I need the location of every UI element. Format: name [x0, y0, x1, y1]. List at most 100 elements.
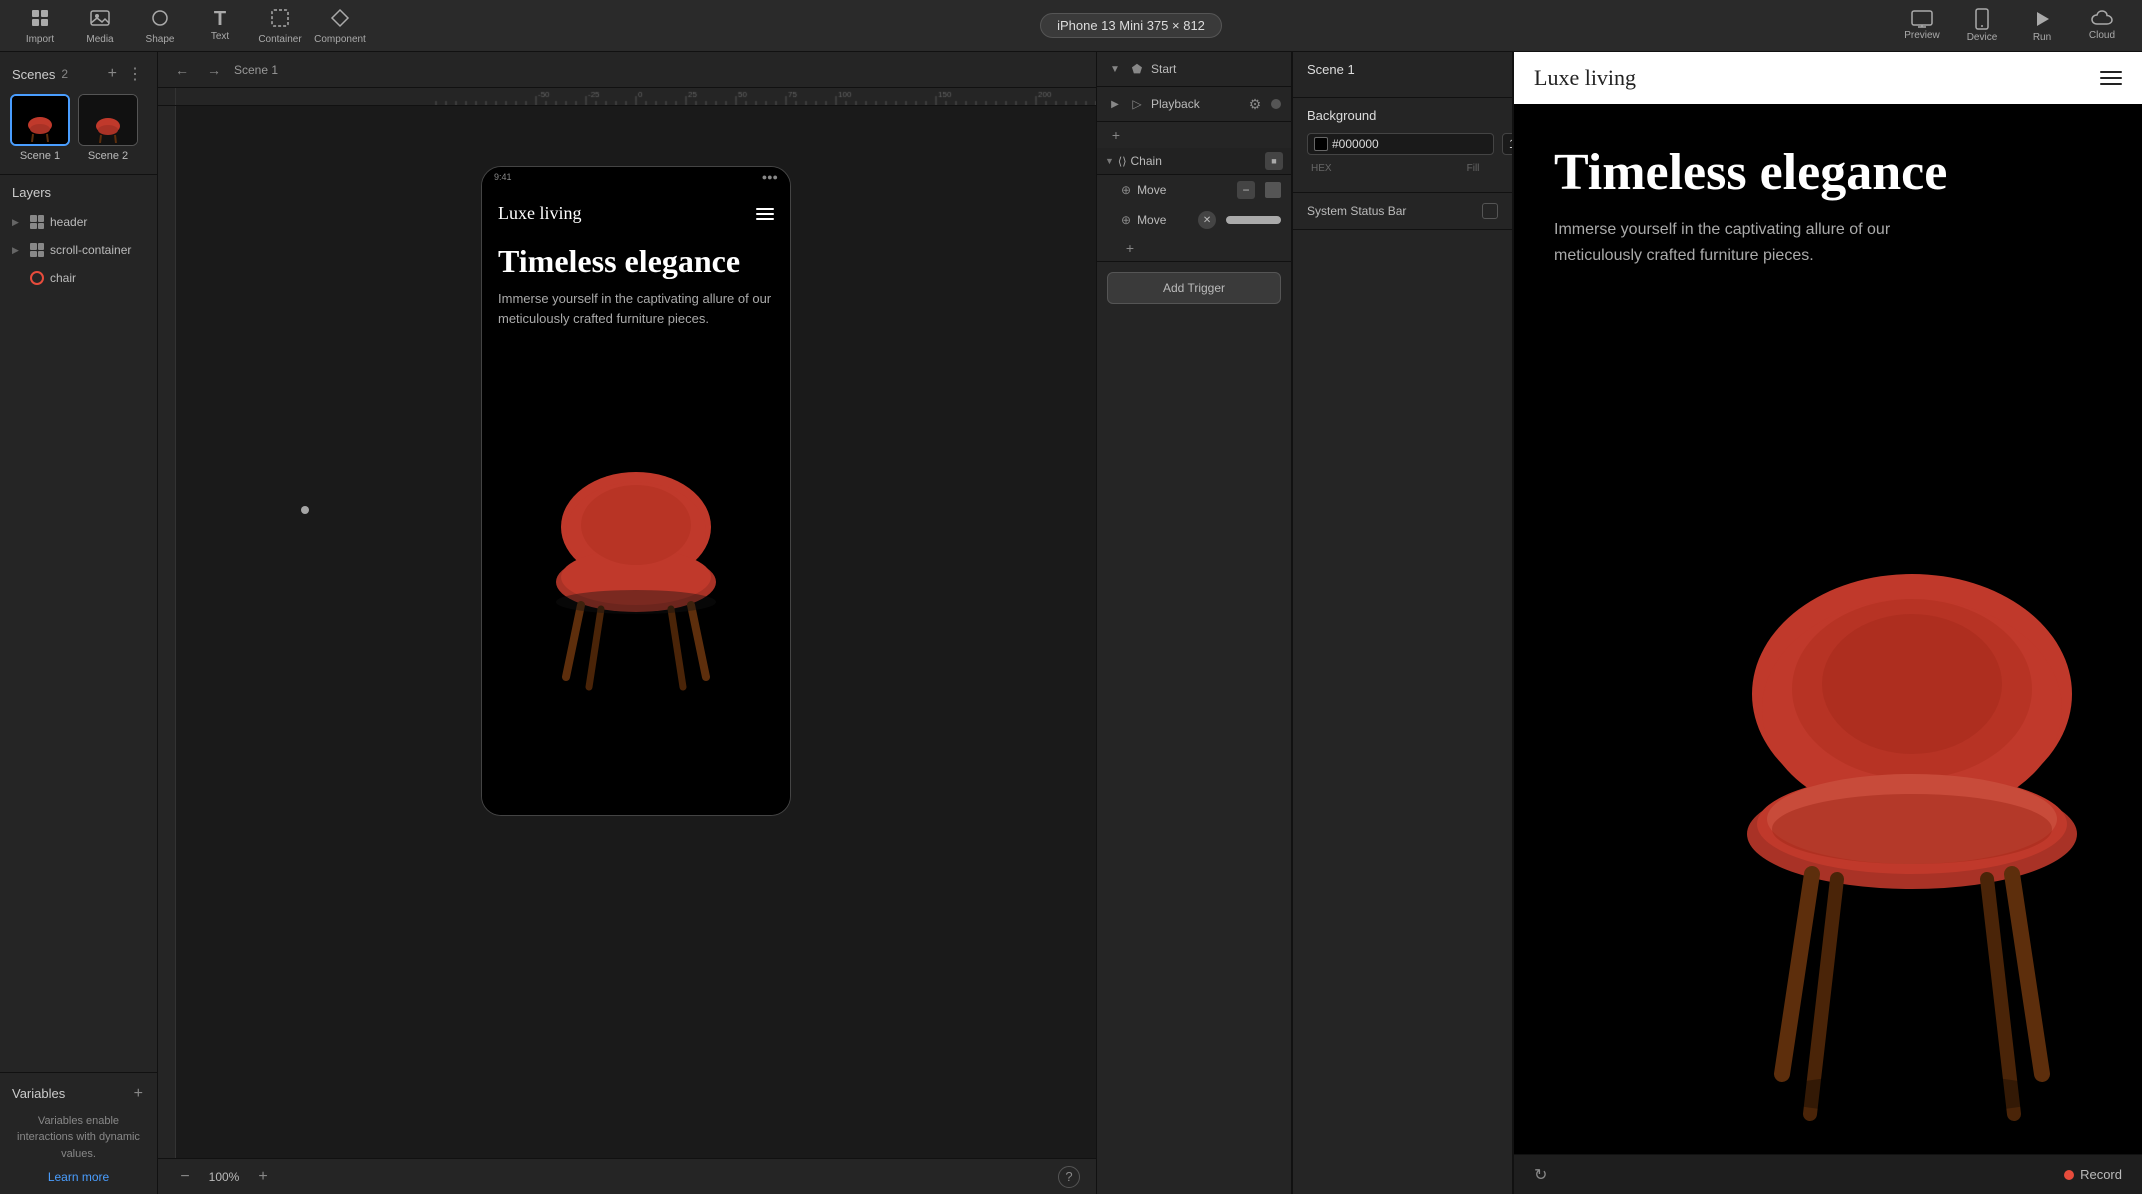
- zoom-level: 100%: [204, 1170, 244, 1184]
- tool-container[interactable]: Container: [252, 4, 308, 48]
- scenes-options-button[interactable]: ⋮: [125, 62, 145, 86]
- scenes-list: Scene 1: [0, 94, 157, 174]
- add-trigger-button[interactable]: Add Trigger: [1107, 272, 1281, 304]
- hex-input-group[interactable]: #000000: [1307, 133, 1494, 155]
- tool-text[interactable]: T Text: [192, 4, 248, 48]
- playback-row[interactable]: ▶ ▷ Playback ⚙: [1097, 87, 1291, 121]
- canvas-viewport[interactable]: 9:41 ●●● Luxe living: [176, 106, 1096, 1158]
- scene-image-2: [78, 94, 138, 146]
- playback-settings-btn[interactable]: ⚙: [1245, 94, 1265, 114]
- main-area: Scenes 2 + ⋮: [0, 52, 2142, 1194]
- move-row-2[interactable]: ⊕ Move ✕: [1097, 205, 1291, 235]
- chain-header-row[interactable]: ▼ ⟨⟩ Chain ■: [1097, 148, 1291, 175]
- phone-chair-area: [498, 344, 774, 799]
- canvas-area: ← → Scene 1 9:41: [158, 52, 1096, 1194]
- chain-section: ▼ ⟨⟩ Chain ■ ⊕ Move − ⊕ Move ✕ +: [1097, 148, 1291, 262]
- container-icon: [269, 7, 291, 32]
- layer-item-scroll-container[interactable]: ▶ scroll-container: [0, 236, 157, 264]
- preview-icon: [1911, 10, 1933, 28]
- help-button[interactable]: ?: [1058, 1166, 1080, 1188]
- move-2-icon: ⊕: [1121, 213, 1131, 227]
- phone-mockup: 9:41 ●●● Luxe living: [481, 166, 791, 816]
- learn-more-link[interactable]: Learn more: [12, 1170, 145, 1184]
- run-icon: [2031, 8, 2053, 30]
- canvas-with-ruler: 9:41 ●●● Luxe living: [158, 106, 1096, 1158]
- tool-shape[interactable]: Shape: [132, 4, 188, 48]
- scenes-actions: + ⋮: [106, 62, 145, 86]
- chain-settings-btn[interactable]: ■: [1265, 152, 1283, 170]
- zoom-in-button[interactable]: +: [252, 1166, 274, 1188]
- left-sidebar: Scenes 2 + ⋮: [0, 52, 158, 1194]
- add-trigger-plus-btn[interactable]: +: [1107, 126, 1125, 144]
- scene-image-1: [10, 94, 70, 146]
- layer-name-scroll: scroll-container: [50, 243, 131, 257]
- tool-import[interactable]: Import: [12, 4, 68, 48]
- tool-media[interactable]: Media: [72, 4, 128, 48]
- device-selector[interactable]: iPhone 13 Mini 375 × 812: [1040, 13, 1222, 38]
- animation-panel: ▼ ⬟ Start ▶ ▷ Playback ⚙ + ▼ ⟨⟩ Chain: [1096, 52, 1292, 1194]
- tool-device[interactable]: Device: [1954, 4, 2010, 48]
- add-variable-button[interactable]: +: [132, 1083, 145, 1105]
- back-arrow[interactable]: ←: [170, 58, 194, 82]
- component-icon: [329, 7, 351, 32]
- preview-panel-header: Luxe living: [1514, 52, 2142, 104]
- record-button[interactable]: Record: [2064, 1167, 2122, 1182]
- preview-menu-icon[interactable]: [2100, 71, 2122, 85]
- phone-subtitle: Immerse yourself in the captivating allu…: [498, 289, 774, 328]
- move-1-swatch: [1265, 182, 1281, 198]
- variables-description: Variables enable interactions with dynam…: [12, 1113, 145, 1163]
- move-row-1[interactable]: ⊕ Move −: [1097, 175, 1291, 205]
- layer-item-chair[interactable]: ▶ chair: [0, 264, 157, 292]
- scroll-layer-icon: [30, 243, 44, 257]
- preview-content: Timeless elegance Immerse yourself in th…: [1514, 104, 2142, 1154]
- phone-header: Luxe living: [498, 203, 774, 224]
- hex-input[interactable]: #000000: [1332, 137, 1487, 151]
- ruler-vertical: [158, 106, 176, 1158]
- phone-content: Luxe living Timeless elegance Immerse yo…: [482, 187, 790, 815]
- scene-label-2: Scene 2: [88, 150, 128, 162]
- hex-label: HEX: [1311, 163, 1440, 174]
- scene-thumb-2[interactable]: Scene 2: [78, 94, 138, 162]
- move-1-icon: ⊕: [1121, 183, 1131, 197]
- move-2-x-btn[interactable]: ✕: [1198, 211, 1216, 229]
- scenes-title: Scenes: [12, 67, 55, 82]
- scene-name: Scene 1: [1307, 62, 1498, 77]
- layer-item-header[interactable]: ▶ header: [0, 208, 157, 236]
- background-section: Background #000000 100 HEX Fill: [1293, 98, 1512, 193]
- tool-run[interactable]: Run: [2014, 4, 2070, 48]
- phone-status-bar: 9:41 ●●●: [482, 167, 790, 187]
- start-row[interactable]: ▼ ⬟ Start: [1097, 52, 1291, 86]
- phone-chair-svg: [521, 437, 751, 707]
- variables-section: Variables + Variables enable interaction…: [0, 1072, 157, 1194]
- scene-thumb-1[interactable]: Scene 1: [10, 94, 70, 162]
- tool-cloud[interactable]: Cloud: [2074, 4, 2130, 48]
- chain-label: Chain: [1131, 154, 1261, 168]
- tool-preview[interactable]: Preview: [1894, 4, 1950, 48]
- media-icon: [89, 7, 111, 32]
- preview-title: Timeless elegance: [1554, 144, 2102, 201]
- move-1-minus-btn[interactable]: −: [1237, 181, 1255, 199]
- header-layer-icon: [30, 215, 44, 229]
- add-scene-button[interactable]: +: [106, 62, 119, 86]
- scene-label-1: Scene 1: [20, 150, 60, 162]
- record-dot-icon: [2064, 1170, 2074, 1180]
- layers-list: ▶ header ▶ scroll-container ▶ chair: [0, 208, 157, 1072]
- system-status-checkbox[interactable]: [1482, 203, 1498, 219]
- chain-add-row: +: [1097, 235, 1291, 261]
- tool-container-label: Container: [258, 34, 301, 45]
- forward-arrow[interactable]: →: [202, 58, 226, 82]
- system-status-label: System Status Bar: [1307, 204, 1474, 218]
- refresh-icon[interactable]: ↻: [1534, 1165, 1547, 1185]
- move-2-label: Move: [1137, 213, 1192, 227]
- layers-section-header: Layers: [0, 175, 157, 208]
- toolbar-center: iPhone 13 Mini 375 × 812: [372, 13, 1890, 38]
- playback-icon: ▷: [1129, 96, 1145, 112]
- layers-title: Layers: [12, 185, 145, 200]
- zoom-out-button[interactable]: −: [174, 1166, 196, 1188]
- properties-panel: Scene 1 Background #000000 100 HEX Fill …: [1292, 52, 1512, 1194]
- shape-icon: [149, 7, 171, 32]
- tool-component[interactable]: Component: [312, 4, 368, 48]
- phone-menu-icon[interactable]: [756, 208, 774, 220]
- chain-add-btn[interactable]: +: [1121, 239, 1139, 257]
- record-label: Record: [2080, 1167, 2122, 1182]
